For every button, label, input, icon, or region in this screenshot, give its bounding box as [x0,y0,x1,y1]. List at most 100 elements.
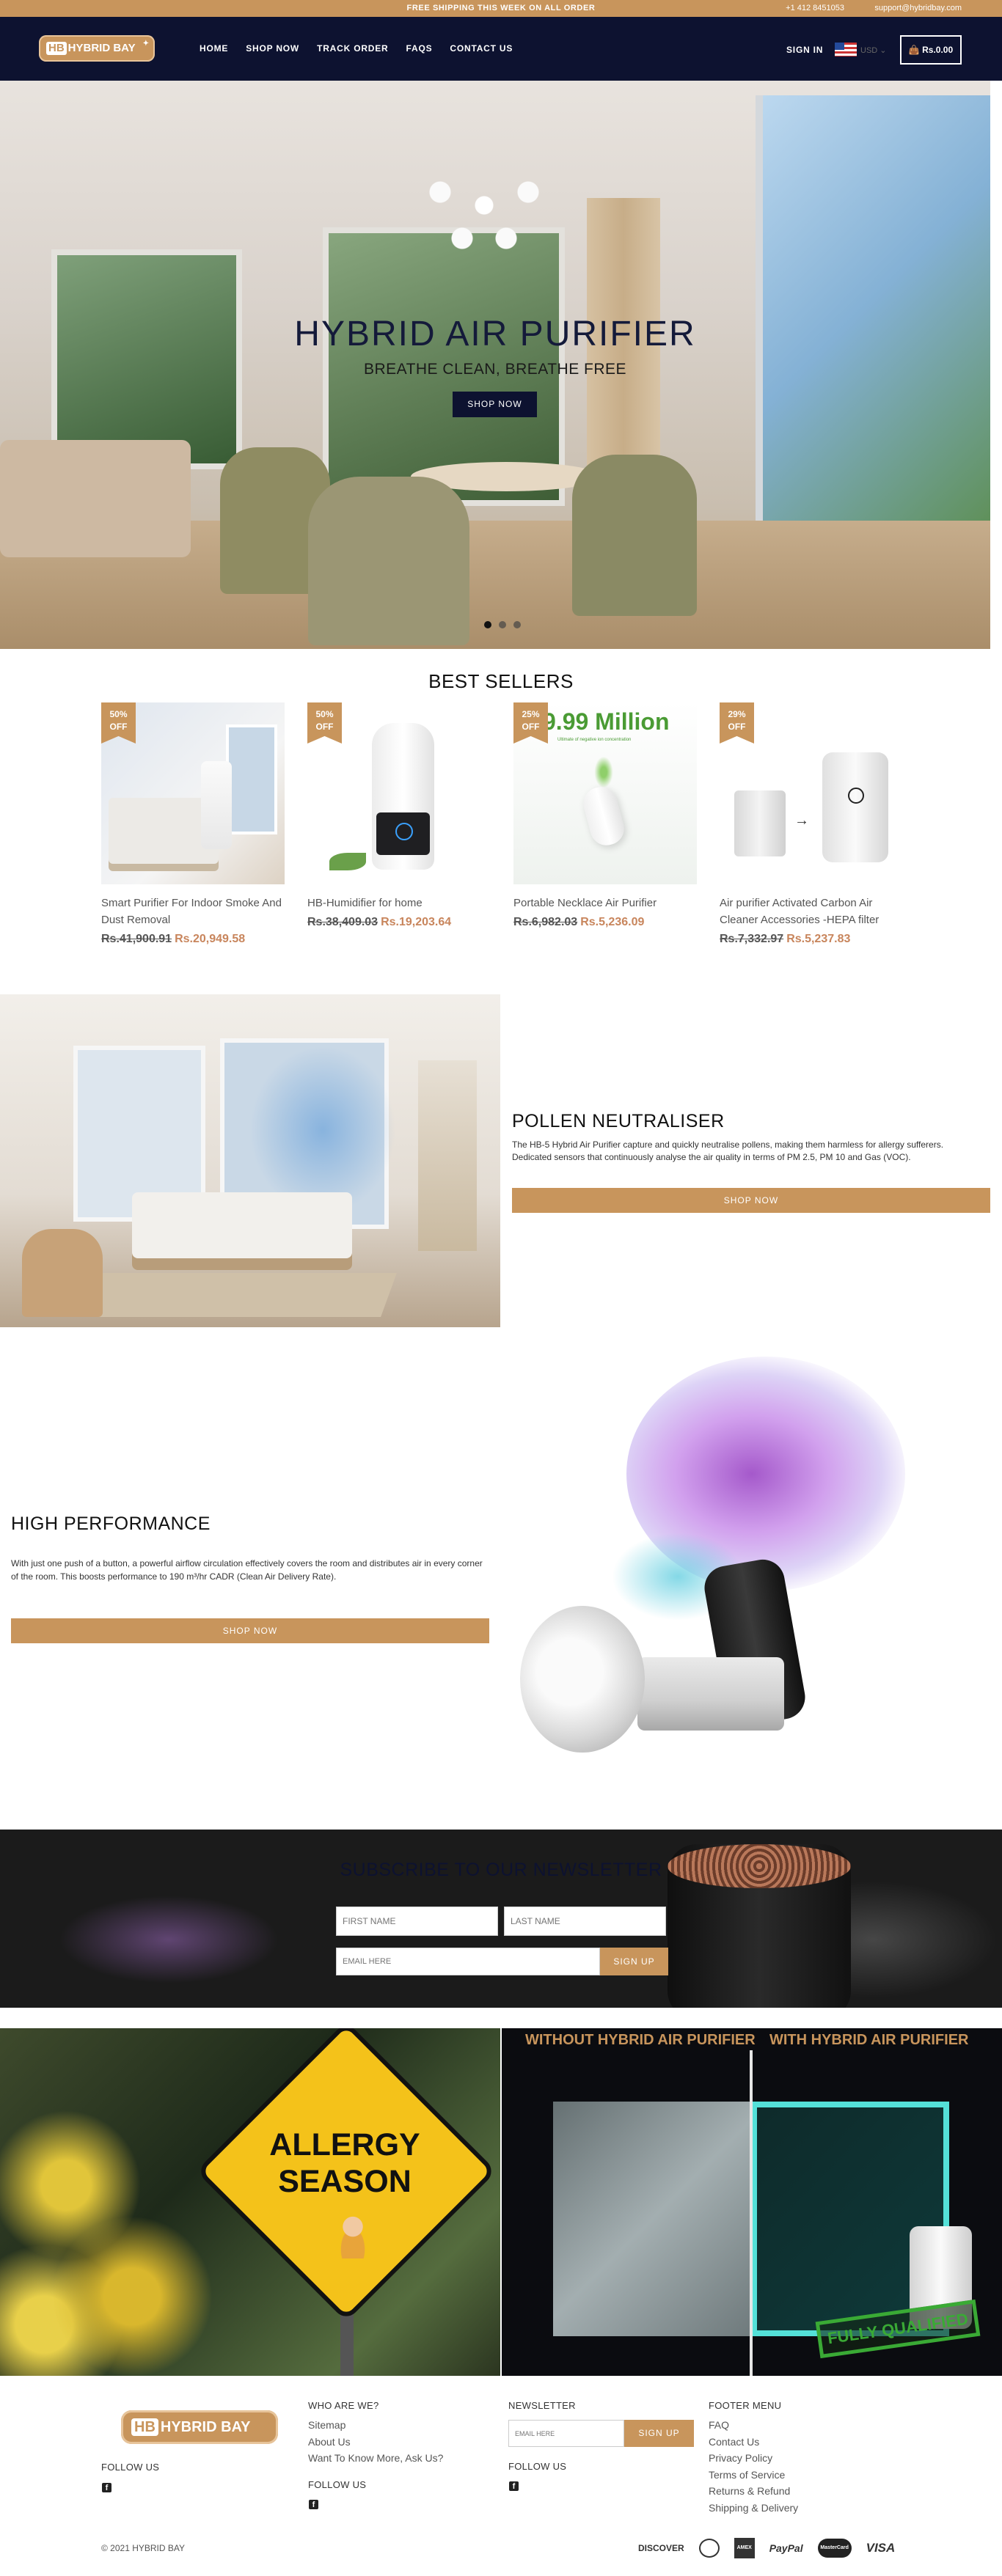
pollen-title: POLLEN NEUTRALISER [512,1111,725,1131]
goldenrod-flowers [0,2102,220,2376]
footer-link-terms[interactable]: Terms of Service [709,2467,798,2484]
dining-chair [308,477,469,645]
facebook-icon[interactable]: f [309,2500,318,2509]
pollen-shop-now-button[interactable]: SHOP NOW [512,1188,990,1213]
facebook-icon[interactable]: f [102,2483,111,2492]
product-price: Rs.6,982.03 Rs.5,236.09 [513,916,697,929]
dining-chair [572,455,697,616]
nav-track-order[interactable]: TRACK ORDER [317,43,388,54]
announcement-bar: FREE SHIPPING THIS WEEK ON ALL ORDER +1 … [0,0,1002,17]
discount-badge: 50% OFF [101,702,136,744]
footer-link-contact[interactable]: Contact Us [709,2434,798,2451]
footer-link-shipping[interactable]: Shipping & Delivery [709,2500,798,2517]
product-image[interactable]: 50% OFF [307,702,491,884]
hero-sofa [0,440,191,557]
product-name[interactable]: Smart Purifier For Indoor Smoke And Dust… [101,895,285,928]
sign-up-button[interactable]: SIGN UP [600,1948,668,1975]
us-flag-icon[interactable] [835,43,857,56]
newsletter-title: SUBSCRIBE TO OUR NEWSLETTER [340,1860,662,1880]
footer-link-about[interactable]: About Us [308,2434,443,2451]
product-image[interactable]: 25% OFF 9.99 Million Ultimate of negativ… [513,702,697,884]
allergy-line-2: SEASON [278,2164,412,2199]
product-image-display [376,812,430,855]
main-nav: HOME SHOP NOW TRACK ORDER FAQS CONTACT U… [200,43,513,54]
sale-price: Rs.5,236.09 [580,916,645,928]
footer-email-field[interactable] [508,2420,624,2447]
nav-contact-us[interactable]: CONTACT US [450,43,513,54]
slider-dot[interactable] [484,621,491,628]
site-header: HB HYBRID BAY ✦ HOME SHOP NOW TRACK ORDER… [0,17,1002,81]
sneezing-child-illustration [332,2213,373,2258]
pollen-text: The HB-5 Hybrid Air Purifier capture and… [512,1139,989,1164]
footer-menu-links: FAQ Contact Us Privacy Policy Terms of S… [709,2417,798,2516]
slider-dot[interactable] [513,621,521,628]
best-sellers-title: BEST SELLERS [428,670,574,692]
bedroom-closet [418,1060,477,1251]
dust-cloud [520,1606,645,1753]
footer-follow-title: FOLLOW US [508,2461,567,2472]
nav-shop-now[interactable]: SHOP NOW [246,43,299,54]
cart-button[interactable]: 👜 Rs.0.00 [900,35,962,65]
first-name-field[interactable] [336,1907,498,1936]
sale-price: Rs.19,203.64 [381,916,452,928]
hero-window [51,249,242,469]
purified-air-glow [249,1046,396,1214]
product-name[interactable]: HB-Humidifier for home [307,895,491,911]
pollen-text-2: Dedicated sensors that continuously anal… [512,1152,911,1162]
payment-icons: DISCOVER AMEX PayPal MasterCard VISA [638,2538,895,2558]
product-card[interactable]: 25% OFF 9.99 Million Ultimate of negativ… [513,702,697,946]
chandelier [411,139,557,271]
nav-faqs[interactable]: FAQS [406,43,433,54]
footer-sign-up-button[interactable]: SIGN UP [624,2420,694,2447]
announcement-email[interactable]: support@hybridbay.com [874,4,962,12]
announcement-phone[interactable]: +1 412 8451053 [786,4,844,12]
hero-shop-now-button[interactable]: SHOP NOW [453,392,537,417]
product-card[interactable]: 29% OFF → Air purifier Activated Carbon … [720,702,903,946]
footer-menu-title: FOOTER MENU [709,2400,782,2411]
product-image-ions [593,754,615,790]
product-image-leaf [329,853,366,870]
product-grid: 50% OFF Smart Purifier For Indoor Smoke … [101,702,903,946]
email-field[interactable] [336,1948,600,1975]
footer-follow-title: FOLLOW US [101,2462,160,2473]
discover-icon: DISCOVER [638,2543,684,2553]
without-label: WITHOUT HYBRID AIR PURIFIER [525,2032,756,2048]
footer-who-title: WHO ARE WE? [308,2400,379,2411]
sale-price: Rs.20,949.58 [175,933,246,945]
footer-logo[interactable]: HB HYBRID BAY [121,2410,278,2444]
old-price: Rs.6,982.03 [513,916,578,928]
hero-slider: HYBRID AIR PURIFIER BREATHE CLEAN, BREAT… [0,81,990,649]
pollen-bedroom-image [0,994,500,1327]
discount-badge: 25% OFF [513,702,548,744]
sign-in-link[interactable]: SIGN IN [786,45,823,55]
without-purifier-box [553,2102,751,2336]
slider-dot[interactable] [499,621,506,628]
last-name-field[interactable] [504,1907,666,1936]
facebook-icon[interactable]: f [509,2481,519,2491]
footer-link-sitemap[interactable]: Sitemap [308,2417,443,2434]
footer-link-returns[interactable]: Returns & Refund [709,2483,798,2500]
announcement-message: FREE SHIPPING THIS WEEK ON ALL ORDER [406,4,596,12]
currency-selector[interactable]: USD ⌄ [860,45,887,55]
footer-link-faq[interactable]: FAQ [709,2417,798,2434]
product-name[interactable]: Air purifier Activated Carbon Air Cleane… [720,895,903,928]
footer-logo-hb: HB [131,2418,158,2436]
product-image[interactable]: 50% OFF [101,702,285,884]
old-price: Rs.41,900.91 [101,933,172,945]
nav-home[interactable]: HOME [200,43,228,54]
product-image-subtext: Ultimate of negative ion concentration [557,738,632,742]
footer-link-privacy[interactable]: Privacy Policy [709,2450,798,2467]
product-image-text: 9.99 Million [543,708,670,735]
bag-icon: 👜 [908,45,920,55]
product-image[interactable]: 29% OFF → [720,702,903,884]
site-logo[interactable]: HB HYBRID BAY ✦ [39,35,155,62]
product-name[interactable]: Portable Necklace Air Purifier [513,895,697,911]
product-card[interactable]: 50% OFF HB-Humidifier for home Rs.38,409… [307,702,491,946]
bedroom-bed [132,1192,352,1258]
allergy-sign-text: ALLERGY SEASON [235,2127,455,2200]
footer-link-ask[interactable]: Want To Know More, Ask Us? [308,2450,443,2467]
product-card[interactable]: 50% OFF Smart Purifier For Indoor Smoke … [101,702,285,946]
filter-cylinder [637,1657,784,1731]
performance-shop-now-button[interactable]: SHOP NOW [11,1618,489,1643]
footer-logo-text: HYBRID BAY [160,2419,251,2435]
